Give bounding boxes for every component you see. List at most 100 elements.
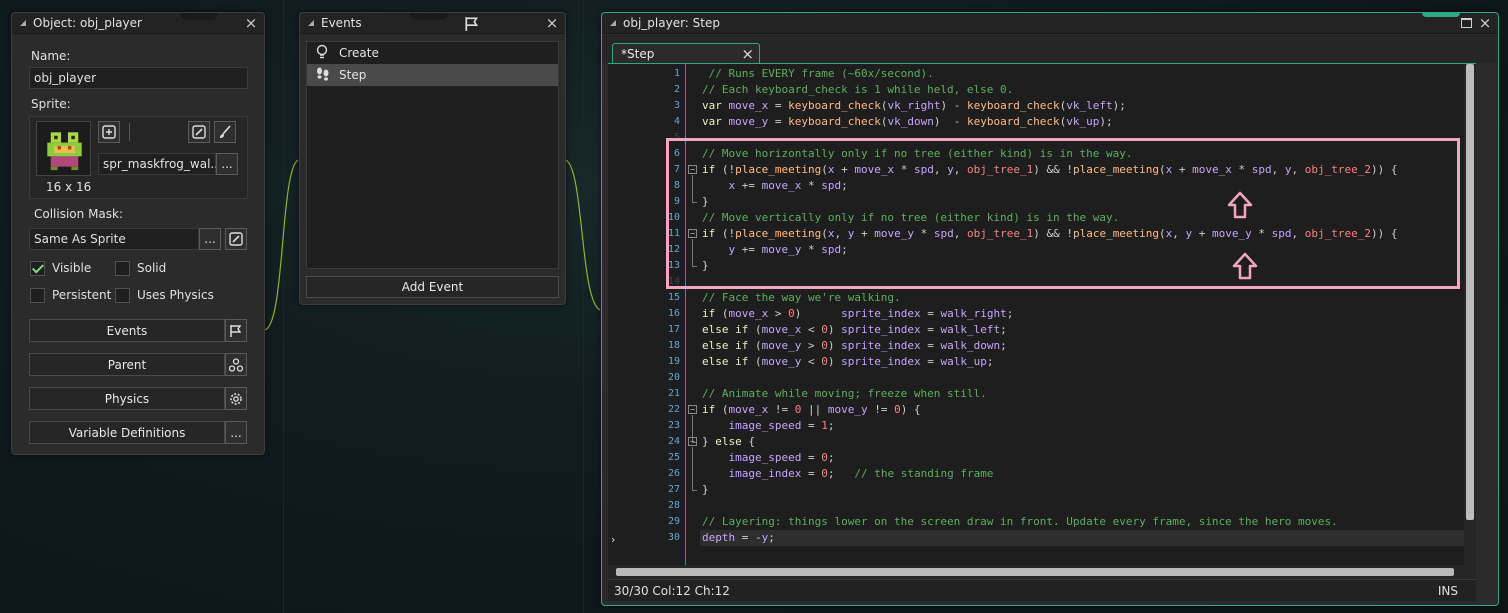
name-field[interactable]: obj_player xyxy=(29,67,248,89)
line-number: 15 xyxy=(667,292,680,303)
event-label: Create xyxy=(339,46,379,60)
edit-image-icon xyxy=(192,125,206,139)
line-number: 18 xyxy=(667,340,680,351)
close-icon[interactable]: × xyxy=(244,16,258,31)
code-line[interactable]: image_index = 0; // the standing frame xyxy=(702,466,994,482)
events-button[interactable]: Events xyxy=(29,319,225,342)
solid-checkbox[interactable] xyxy=(115,261,130,276)
new-sprite-button[interactable] xyxy=(98,121,120,143)
paint-sprite-button[interactable] xyxy=(214,121,236,143)
highlight-box xyxy=(666,138,1460,289)
flag-icon[interactable] xyxy=(464,16,480,35)
persistent-checkbox[interactable] xyxy=(30,288,45,303)
uses-physics-checkbox[interactable] xyxy=(115,288,130,303)
maximize-icon[interactable] xyxy=(1461,18,1472,28)
up-arrow-icon xyxy=(1232,252,1258,280)
line-number: 29 xyxy=(667,516,680,527)
collision-mask-select[interactable]: Same As Sprite xyxy=(29,228,199,250)
code-line[interactable]: depth = -y; xyxy=(700,530,1476,546)
events-window-titlebar[interactable]: Events × xyxy=(300,13,565,34)
vertical-scroll-thumb[interactable] xyxy=(1466,64,1474,520)
code-line[interactable]: var move_x = keyboard_check(vk_right) - … xyxy=(702,98,1126,114)
sprite-preview[interactable] xyxy=(36,121,91,176)
object-window: Object: obj_player × Name: obj_player Sp… xyxy=(11,12,265,455)
gear-icon xyxy=(230,392,242,405)
code-line[interactable]: // Runs EVERY frame (~60x/second). xyxy=(702,66,934,82)
brush-icon xyxy=(220,125,231,138)
cursor-position: 30/30 Col:12 Ch:12 xyxy=(614,583,730,598)
event-label: Step xyxy=(339,68,367,82)
persistent-label: Persistent xyxy=(52,288,112,302)
line-number: 23 xyxy=(667,420,680,431)
line-number: 27 xyxy=(667,484,680,495)
line-number: 16 xyxy=(667,308,680,319)
code-line[interactable]: } xyxy=(702,482,709,498)
add-event-button[interactable]: Add Event xyxy=(306,276,559,298)
code-line[interactable]: else if (move_y > 0) sprite_index = walk… xyxy=(702,338,1007,354)
code-line[interactable]: if (move_x > 0) sprite_index = walk_righ… xyxy=(702,306,1013,322)
fold-toggle-icon[interactable]: − xyxy=(688,437,697,446)
event-item-step[interactable]: Step xyxy=(307,64,558,86)
code-line[interactable]: // Each keyboard_check is 1 while held, … xyxy=(702,82,1013,98)
parent-button[interactable]: Parent xyxy=(29,353,225,376)
code-window-titlebar[interactable]: obj_player: Step × xyxy=(602,13,1498,34)
sprite-select[interactable]: spr_maskfrog_wal... xyxy=(98,153,222,175)
fold-guide-end xyxy=(692,490,697,491)
parent-hierarchy-button[interactable] xyxy=(225,353,247,376)
titlebar-notch xyxy=(410,13,448,20)
collapse-icon[interactable] xyxy=(610,20,616,26)
variable-definitions-button[interactable]: Variable Definitions xyxy=(29,421,225,444)
variable-definitions-more-button[interactable]: ... xyxy=(225,421,247,444)
events-list: Create Step xyxy=(306,41,559,269)
line-number: 4 xyxy=(673,116,680,127)
close-icon[interactable]: × xyxy=(1478,16,1492,31)
object-window-titlebar[interactable]: Object: obj_player × xyxy=(12,13,264,34)
line-number: 1 xyxy=(673,68,680,79)
close-icon[interactable]: × xyxy=(545,16,559,31)
visible-checkbox[interactable] xyxy=(30,261,45,276)
horizontal-scroll-thumb[interactable] xyxy=(616,568,1454,576)
code-line[interactable]: image_speed = 1; xyxy=(702,418,835,434)
code-line[interactable]: // Face the way we're walking. xyxy=(702,290,901,306)
new-sprite-icon xyxy=(102,125,116,139)
code-line[interactable]: // Layering: things lower on the screen … xyxy=(702,514,1338,530)
collision-mask-label: Collision Mask: xyxy=(34,207,124,221)
collapse-icon[interactable] xyxy=(20,20,26,26)
horizontal-scrollbar[interactable] xyxy=(608,565,1476,579)
code-editor-window: obj_player: Step × *Step × 1 2 3 4 5 6 7 8 9 10 11… xyxy=(601,12,1499,606)
events-flag-button[interactable] xyxy=(225,319,247,342)
code-line[interactable]: } else { xyxy=(702,434,755,450)
line-number: 28 xyxy=(667,500,680,511)
line-number: 3 xyxy=(673,100,680,111)
tab-step[interactable]: *Step × xyxy=(612,43,760,64)
sprite-label: Sprite: xyxy=(31,97,71,111)
insert-mode: INS xyxy=(1437,583,1458,598)
collision-edit-button[interactable] xyxy=(225,228,247,250)
titlebar-notch xyxy=(180,13,218,20)
events-window-title: Events xyxy=(321,16,362,30)
close-tab-icon[interactable]: × xyxy=(741,45,754,63)
code-window-title: obj_player: Step xyxy=(623,16,720,30)
fold-toggle-icon[interactable]: − xyxy=(688,405,697,414)
collision-more-button[interactable]: ... xyxy=(199,228,221,250)
code-line[interactable]: else if (move_y < 0) sprite_index = walk… xyxy=(702,354,993,370)
edit-sprite-button[interactable] xyxy=(188,121,210,143)
events-window: Events × Create Step Add Event xyxy=(299,12,566,305)
code-line[interactable]: else if (move_x < 0) sprite_index = walk… xyxy=(702,322,1007,338)
sprite-more-button[interactable]: ... xyxy=(216,153,238,175)
line-number: 2 xyxy=(673,84,680,95)
object-window-title: Object: obj_player xyxy=(33,16,142,30)
line-number: 30 xyxy=(667,532,680,543)
sprite-toolbar-divider xyxy=(129,123,130,141)
code-line[interactable]: if (move_x != 0 || move_y != 0) { xyxy=(702,402,921,418)
collapse-icon[interactable] xyxy=(308,20,314,26)
code-line[interactable]: // Animate while moving; freeze when sti… xyxy=(702,386,987,402)
code-line[interactable]: var move_y = keyboard_check(vk_down) - k… xyxy=(702,114,1113,130)
vertical-scrollbar[interactable] xyxy=(1464,64,1476,565)
physics-button[interactable]: Physics xyxy=(29,387,225,410)
physics-settings-button[interactable] xyxy=(225,387,247,410)
titlebar-notch xyxy=(1422,13,1460,17)
code-line[interactable]: image_speed = 0; xyxy=(702,450,835,466)
footsteps-icon xyxy=(315,66,331,85)
event-item-create[interactable]: Create xyxy=(307,42,558,64)
